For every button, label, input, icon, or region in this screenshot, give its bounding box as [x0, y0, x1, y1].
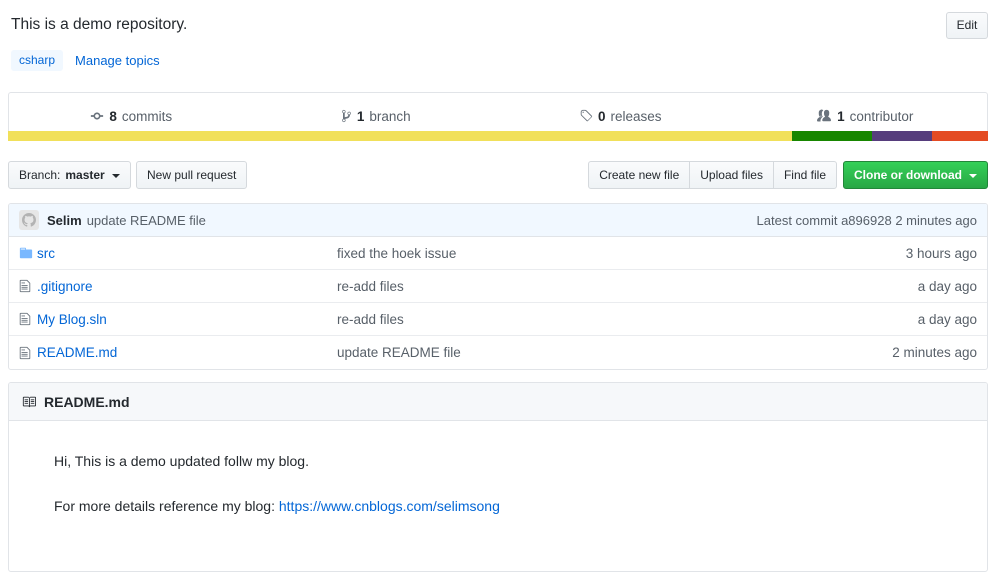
table-row[interactable]: README.md update README file 2 minutes a… — [9, 336, 987, 369]
chevron-down-icon — [111, 173, 120, 178]
latest-commit-age: 2 minutes ago — [895, 212, 977, 228]
folder-icon — [19, 246, 37, 260]
file-icon — [19, 312, 37, 326]
new-pull-request-button[interactable]: New pull request — [136, 161, 248, 189]
file-commit-message[interactable]: re-add files — [337, 279, 908, 294]
file-name-link[interactable]: README.md — [37, 345, 337, 360]
file-list-box: Selim update README file Latest commit a… — [8, 203, 988, 370]
toolbar-right-group: Create new file Upload files Find file C… — [588, 161, 988, 189]
clone-or-download-label: Clone or download — [854, 168, 962, 182]
file-icon — [19, 279, 37, 293]
readme-paragraph-1: Hi, This is a demo updated follw my blog… — [54, 453, 309, 469]
table-row[interactable]: My Blog.sln re-add files a day ago — [9, 303, 987, 336]
latest-commit-meta: Latest commit a896928 2 minutes ago — [757, 213, 977, 228]
edit-description-button[interactable]: Edit — [946, 12, 988, 39]
file-commit-message[interactable]: fixed the hoek issue — [337, 246, 896, 261]
language-segment-green — [792, 131, 873, 141]
topic-tag-csharp[interactable]: csharp — [11, 49, 64, 71]
file-age: a day ago — [917, 278, 977, 294]
file-commit-message[interactable]: update README file — [337, 345, 882, 360]
latest-commit-bar: Selim update README file Latest commit a… — [9, 204, 987, 237]
commit-message-link[interactable]: update README file — [87, 213, 206, 228]
readme-box: README.md Hi, This is a demo updated fol… — [8, 382, 988, 572]
file-name-link[interactable]: src — [37, 246, 337, 261]
readme-header: README.md — [9, 383, 987, 421]
table-row[interactable]: .gitignore re-add files a day ago — [9, 270, 987, 303]
repository-description-row: This is a demo repository. Edit — [0, 0, 996, 46]
readme-paragraph-2-text: For more details reference my blog: — [54, 498, 279, 514]
file-icon — [19, 346, 37, 360]
topics-row: csharp Manage topics — [0, 48, 160, 72]
stat-branches-count: 1 — [356, 108, 365, 124]
file-age: 2 minutes ago — [892, 345, 977, 360]
repository-description: This is a demo repository. — [11, 16, 188, 33]
readme-content: Hi, This is a demo updated follw my blog… — [9, 421, 987, 547]
commit-sha-link[interactable]: a896928 — [841, 213, 892, 228]
stat-releases-count: 0 — [597, 108, 606, 124]
latest-commit-prefix: Latest commit — [756, 212, 838, 228]
branch-selector-value: master — [65, 168, 105, 182]
chevron-down-icon — [969, 173, 977, 178]
repository-page: This is a demo repository. Edit csharp M… — [0, 0, 996, 584]
stat-branches-label: branch — [369, 108, 411, 124]
readme-title: README.md — [44, 393, 130, 410]
create-new-file-button[interactable]: Create new file — [588, 161, 691, 189]
stat-releases-label: releases — [610, 108, 662, 124]
find-file-button[interactable]: Find file — [772, 161, 837, 189]
avatar — [19, 210, 39, 230]
branch-selector-label: Branch: — [19, 168, 61, 182]
branch-selector-button[interactable]: Branch: master — [8, 161, 131, 189]
stat-commits-label: commits — [121, 108, 173, 124]
commit-icon — [90, 109, 104, 123]
book-icon — [21, 395, 37, 409]
readme-paragraph-2: For more details reference my blog: http… — [54, 496, 942, 517]
file-age: 3 hours ago — [905, 245, 977, 261]
tag-icon — [579, 109, 593, 123]
table-row[interactable]: src fixed the hoek issue 3 hours ago — [9, 237, 987, 270]
file-name-link[interactable]: My Blog.sln — [37, 312, 337, 327]
file-actions-group: Create new file Upload files Find file — [588, 161, 837, 189]
file-commit-message[interactable]: re-add files — [337, 312, 908, 327]
file-name-link[interactable]: .gitignore — [37, 279, 337, 294]
language-segment-orange — [932, 131, 988, 141]
language-segment-yellow — [8, 131, 792, 141]
branch-icon — [341, 109, 352, 123]
file-age: a day ago — [917, 311, 977, 327]
language-color-bar — [8, 131, 988, 141]
stat-contributors-label: contributor — [849, 108, 914, 124]
stat-contributors-count: 1 — [837, 108, 845, 124]
commit-author-link[interactable]: Selim — [47, 213, 82, 228]
blog-link[interactable]: https://www.cnblogs.com/selimsong — [279, 498, 500, 514]
clone-or-download-button[interactable]: Clone or download — [843, 161, 988, 189]
repository-toolbar: Branch: master New pull request Create n… — [8, 161, 988, 189]
upload-files-button[interactable]: Upload files — [689, 161, 774, 189]
contributors-icon — [816, 109, 832, 123]
manage-topics-link[interactable]: Manage topics — [75, 53, 160, 68]
stat-commits-count: 8 — [109, 108, 117, 124]
language-segment-purple — [872, 131, 933, 141]
